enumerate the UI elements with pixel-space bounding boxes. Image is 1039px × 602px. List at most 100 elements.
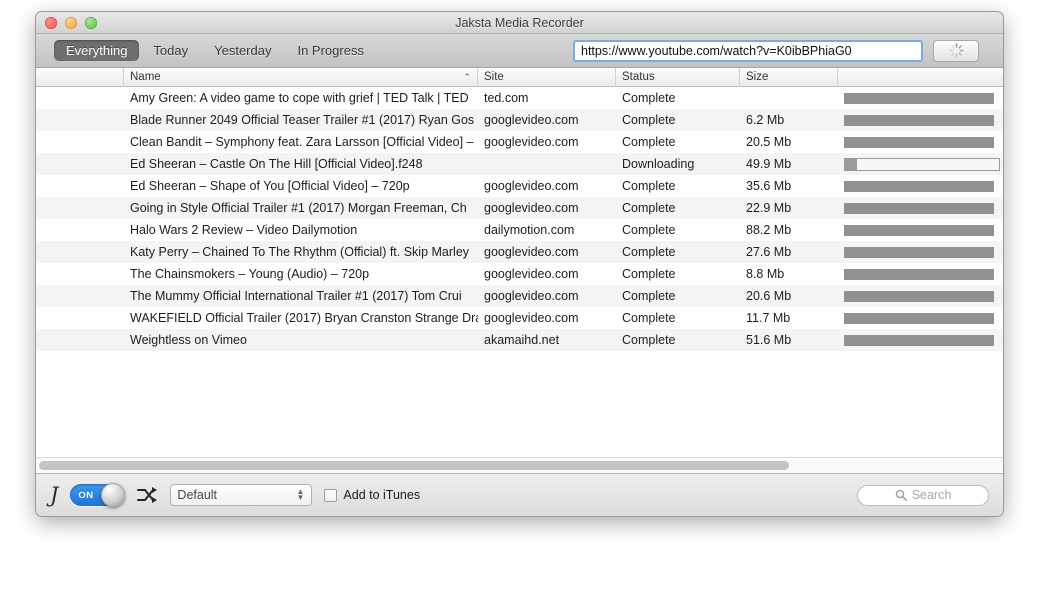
- cell-name: WAKEFIELD Official Trailer (2017) Bryan …: [130, 311, 478, 325]
- cell-site: googlevideo.com: [484, 179, 579, 193]
- cell-site: dailymotion.com: [484, 223, 575, 237]
- conversion-profile-select[interactable]: Default ▲ ▼: [170, 484, 313, 506]
- tab-yesterday[interactable]: Yesterday: [202, 40, 283, 61]
- cell-progress: [838, 219, 1000, 241]
- cell-name: The Chainsmokers – Young (Audio) – 720p: [130, 267, 370, 281]
- cell-name: Weightless on Vimeo: [130, 333, 247, 347]
- progress-bar-complete: [844, 246, 994, 258]
- cell-progress: [838, 87, 1000, 109]
- column-header-site[interactable]: Site: [478, 68, 616, 87]
- recording-power-toggle[interactable]: ON: [70, 483, 126, 507]
- row-gutter: [36, 287, 124, 306]
- cell-progress: [838, 329, 1000, 351]
- cell-site: akamaihd.net: [484, 333, 560, 347]
- window-title: Jaksta Media Recorder: [455, 15, 584, 30]
- tab-everything[interactable]: Everything: [54, 40, 140, 61]
- table-row[interactable]: WAKEFIELD Official Trailer (2017) Bryan …: [36, 307, 1003, 329]
- cell-size: 20.5 Mb: [746, 135, 792, 149]
- row-gutter: [36, 243, 124, 262]
- table-row[interactable]: Going in Style Official Trailer #1 (2017…: [36, 197, 1003, 219]
- table-row[interactable]: Amy Green: A video game to cope with gri…: [36, 87, 1003, 109]
- cell-progress: [838, 197, 1000, 219]
- progress-bar-complete: [844, 290, 994, 302]
- cell-size: 6.2 Mb: [746, 113, 785, 127]
- power-toggle-knob[interactable]: [101, 483, 126, 507]
- title-bar: Jaksta Media Recorder: [36, 12, 1003, 34]
- row-gutter: [36, 265, 124, 284]
- cell-site: googlevideo.com: [484, 311, 579, 325]
- progress-bar-downloading: [844, 157, 1000, 171]
- table-row[interactable]: Blade Runner 2049 Official Teaser Traile…: [36, 109, 1003, 131]
- cell-status: Complete: [622, 311, 676, 325]
- column-header-status[interactable]: Status: [616, 68, 740, 87]
- cell-name: The Mummy Official International Trailer…: [130, 289, 462, 303]
- cell-size: 35.6 Mb: [746, 179, 792, 193]
- cell-name: Ed Sheeran – Castle On The Hill [Officia…: [130, 157, 423, 171]
- progress-bar-complete: [844, 334, 994, 346]
- loading-spinner-button[interactable]: [933, 39, 979, 62]
- table-row[interactable]: Halo Wars 2 Review – Video Dailymotion da…: [36, 219, 1003, 241]
- progress-bar-complete: [844, 114, 994, 126]
- power-toggle-label: ON: [78, 489, 94, 501]
- cell-size: 11.7 Mb: [746, 311, 791, 325]
- cell-status: Complete: [622, 135, 676, 149]
- column-header-progress[interactable]: [838, 68, 1000, 87]
- tab-today[interactable]: Today: [141, 40, 200, 61]
- cell-name: Amy Green: A video game to cope with gri…: [130, 91, 469, 105]
- cell-progress: [838, 307, 1000, 329]
- cell-progress: [838, 241, 1000, 263]
- search-icon: [895, 489, 907, 501]
- cell-status: Complete: [622, 223, 676, 237]
- search-input[interactable]: Search: [857, 484, 989, 506]
- cell-status: Complete: [622, 267, 676, 281]
- table-row[interactable]: The Mummy Official International Trailer…: [36, 285, 1003, 307]
- row-gutter: [36, 177, 124, 196]
- cell-site: googlevideo.com: [484, 113, 579, 127]
- column-header-size[interactable]: Size: [740, 68, 838, 87]
- cell-site: ted.com: [484, 91, 529, 105]
- horizontal-scrollbar[interactable]: [36, 457, 1003, 473]
- progress-bar-complete: [844, 268, 994, 280]
- cell-status: Complete: [622, 333, 676, 347]
- add-to-itunes-checkbox[interactable]: Add to iTunes: [324, 488, 420, 502]
- table-row[interactable]: Ed Sheeran – Shape of You [Official Vide…: [36, 175, 1003, 197]
- bottom-toolbar: J ON Default ▲ ▼ Add to iTunes Search: [36, 474, 1003, 516]
- row-gutter: [36, 221, 124, 240]
- cell-status: Complete: [622, 91, 676, 105]
- horizontal-scrollbar-thumb[interactable]: [39, 461, 789, 470]
- cell-size: 8.8 Mb: [746, 267, 785, 281]
- cell-size: 49.9 Mb: [746, 157, 792, 171]
- table-row[interactable]: Katy Perry – Chained To The Rhythm (Offi…: [36, 241, 1003, 263]
- cell-size: 27.6 Mb: [746, 245, 792, 259]
- view-tabs: Everything Today Yesterday In Progress: [54, 40, 376, 61]
- cell-status: Complete: [622, 289, 676, 303]
- search-placeholder: Search: [911, 488, 952, 502]
- table-row[interactable]: The Chainsmokers – Young (Audio) – 720p g…: [36, 263, 1003, 285]
- progress-bar-complete: [844, 92, 994, 104]
- table-body: Amy Green: A video game to cope with gri…: [36, 87, 1003, 457]
- checkbox-box[interactable]: [324, 488, 338, 502]
- loading-spinner-icon: [948, 43, 964, 58]
- progress-bar-fill: [845, 158, 858, 170]
- cell-size: 22.9 Mb: [746, 201, 792, 215]
- table-row[interactable]: Ed Sheeran – Castle On The Hill [Officia…: [36, 153, 1003, 175]
- toolbar: Everything Today Yesterday In Progress h…: [36, 34, 1003, 68]
- cell-site: googlevideo.com: [484, 245, 579, 259]
- progress-bar-complete: [844, 224, 994, 236]
- tab-in-progress[interactable]: In Progress: [285, 40, 375, 61]
- cell-progress: [838, 153, 1000, 175]
- table-row[interactable]: Clean Bandit – Symphony feat. Zara Larss…: [36, 131, 1003, 153]
- row-gutter: [36, 133, 124, 152]
- url-input[interactable]: https://www.youtube.com/watch?v=K0ibBPhi…: [573, 39, 923, 62]
- table-row[interactable]: Weightless on Vimeo akamaihd.net Complete 5…: [36, 329, 1003, 351]
- add-to-itunes-label: Add to iTunes: [343, 488, 421, 502]
- cell-size: 20.6 Mb: [746, 289, 792, 303]
- cell-size: 88.2 Mb: [746, 223, 792, 237]
- cell-progress: [838, 285, 1000, 307]
- cell-name: Katy Perry – Chained To The Rhythm (Offi…: [130, 245, 470, 259]
- app-window: Jaksta Media Recorder Everything Today Y…: [36, 12, 1003, 516]
- column-header-name[interactable]: Name ⌃: [124, 68, 478, 87]
- cell-name: Going in Style Official Trailer #1 (2017…: [130, 201, 467, 215]
- cell-progress: [838, 131, 1000, 153]
- row-gutter: [36, 89, 124, 108]
